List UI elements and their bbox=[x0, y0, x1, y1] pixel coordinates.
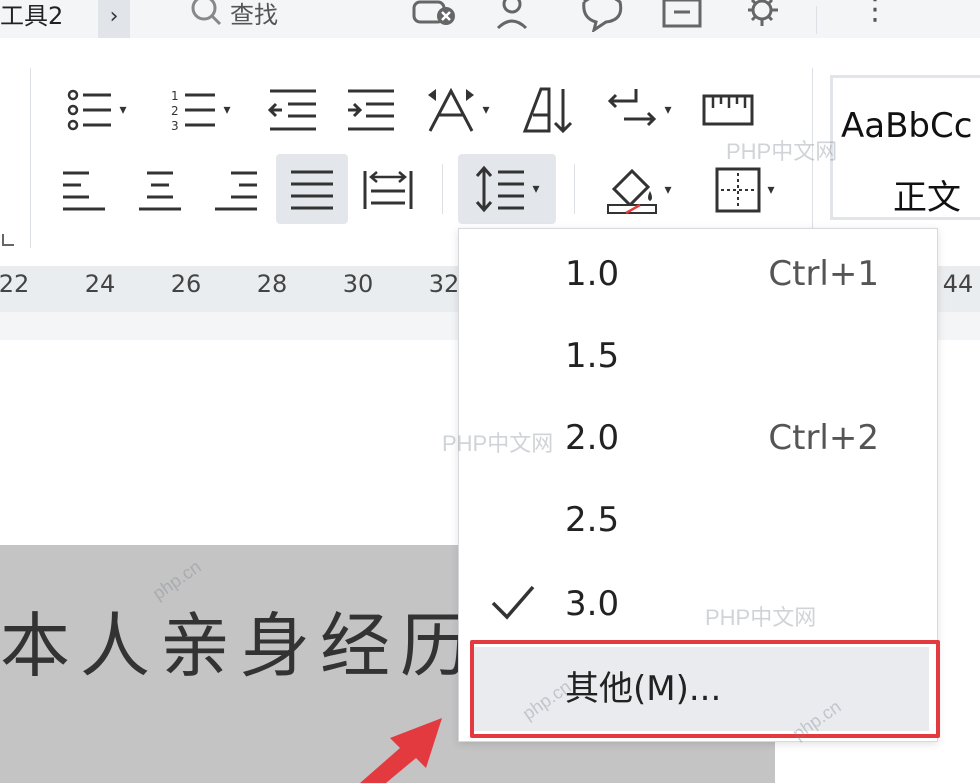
numbered-list-icon: 123 bbox=[171, 89, 216, 133]
chevron-down-icon: ▾ bbox=[119, 102, 127, 118]
ribbon-divider bbox=[442, 164, 443, 214]
align-center-icon bbox=[139, 171, 181, 211]
menu-item-label: 2.0 bbox=[565, 418, 620, 458]
menu-item-label: 1.0 bbox=[565, 254, 620, 294]
align-justify-icon bbox=[291, 170, 333, 210]
chevron-down-icon: ▾ bbox=[767, 182, 775, 198]
bullet-list-icon bbox=[68, 89, 112, 131]
user-icon[interactable] bbox=[492, 0, 532, 36]
decrease-indent-icon bbox=[267, 89, 316, 131]
align-center-button[interactable] bbox=[128, 162, 192, 218]
sort-button[interactable] bbox=[516, 82, 580, 138]
watermark: PHP中文网 bbox=[726, 139, 838, 164]
top-toolbar: 工具2 › 查找 ⋮ bbox=[0, 0, 980, 44]
svg-text:3: 3 bbox=[171, 119, 179, 133]
chevron-down-icon: ▾ bbox=[482, 102, 490, 118]
ruler-number: 44 bbox=[942, 270, 974, 298]
shading-button[interactable]: ▾ bbox=[592, 162, 684, 218]
svg-text:1: 1 bbox=[171, 89, 179, 103]
ruler-number: 30 bbox=[342, 270, 374, 298]
menu-item-1-5[interactable]: 1.5 bbox=[459, 315, 935, 397]
image-caption-text: 本人亲身经历 bbox=[0, 605, 480, 687]
ruler-toggle-button[interactable] bbox=[696, 82, 760, 138]
distributed-align-icon bbox=[363, 171, 413, 209]
edit-box-icon[interactable] bbox=[660, 0, 704, 36]
line-spacing-button[interactable]: ▾ bbox=[458, 154, 556, 224]
text-direction-icon bbox=[608, 89, 657, 127]
ruler-number: 28 bbox=[256, 270, 288, 298]
chinese-layout-icon bbox=[428, 87, 475, 132]
toolbar-divider bbox=[816, 6, 817, 34]
checkmark-icon bbox=[491, 585, 535, 620]
numbered-list-button[interactable]: 123 ▾ bbox=[158, 82, 242, 138]
ruler-icon bbox=[702, 94, 754, 126]
menu-item-2-5[interactable]: 2.5 bbox=[459, 479, 935, 561]
menu-item-shortcut: Ctrl+2 bbox=[768, 418, 879, 458]
align-right-icon bbox=[215, 171, 257, 211]
ruler-number: 22 bbox=[0, 270, 30, 298]
increase-indent-icon bbox=[348, 89, 394, 131]
menu-item-shortcut: Ctrl+1 bbox=[768, 254, 879, 294]
ribbon-divider bbox=[574, 164, 575, 214]
menu-item-label: 3.0 bbox=[565, 584, 620, 624]
menu-item-1-0[interactable]: 1.0 Ctrl+1 bbox=[459, 233, 935, 315]
text-direction-button[interactable]: ▾ bbox=[596, 82, 682, 138]
distribute-button[interactable] bbox=[356, 162, 420, 218]
bullet-list-button[interactable]: ▾ bbox=[54, 82, 138, 138]
menu-item-3-0[interactable]: 3.0 bbox=[459, 563, 935, 645]
ruler-number: 26 bbox=[170, 270, 202, 298]
chevron-down-icon: ▾ bbox=[532, 181, 540, 197]
menu-item-label: 2.5 bbox=[565, 500, 620, 540]
watermark: PHP中文网 bbox=[442, 431, 554, 456]
style-name: 正文 bbox=[893, 178, 961, 218]
chevron-down-icon: ▾ bbox=[664, 182, 672, 198]
ruler-number: 24 bbox=[84, 270, 116, 298]
align-right-button[interactable] bbox=[204, 162, 268, 218]
search-label[interactable]: 查找 bbox=[230, 0, 278, 30]
ribbon-divider bbox=[30, 68, 31, 248]
search-icon bbox=[186, 0, 226, 34]
tab-tools[interactable]: 工具2 bbox=[0, 0, 63, 32]
border-icon bbox=[715, 167, 761, 213]
settings-icon[interactable] bbox=[740, 0, 784, 36]
highlight-box bbox=[470, 640, 940, 738]
svg-text:2: 2 bbox=[171, 104, 179, 118]
increase-indent-button[interactable] bbox=[338, 82, 402, 138]
align-left-button[interactable] bbox=[52, 162, 116, 218]
chinese-layout-button[interactable]: ▾ bbox=[414, 82, 500, 138]
decrease-indent-button[interactable] bbox=[260, 82, 324, 138]
comment-icon[interactable] bbox=[580, 0, 624, 36]
chevron-down-icon: ▾ bbox=[664, 102, 672, 118]
style-sample-text: AaBbCc bbox=[841, 106, 973, 146]
paint-bucket-icon bbox=[607, 168, 658, 215]
more-icon[interactable]: ⋮ bbox=[860, 0, 890, 27]
borders-button[interactable]: ▾ bbox=[698, 162, 790, 218]
watermark: PHP中文网 bbox=[705, 605, 817, 630]
align-left-icon bbox=[63, 171, 105, 211]
line-spacing-icon bbox=[476, 165, 525, 213]
screen-share-icon[interactable] bbox=[410, 0, 460, 36]
justify-button[interactable] bbox=[276, 154, 348, 224]
style-gallery-normal[interactable]: AaBbCc 正文 bbox=[830, 75, 980, 220]
menu-item-label: 1.5 bbox=[565, 336, 620, 376]
chevron-down-icon: ▾ bbox=[223, 102, 231, 118]
sort-icon bbox=[522, 87, 573, 134]
group-launcher-icon[interactable] bbox=[2, 234, 14, 246]
